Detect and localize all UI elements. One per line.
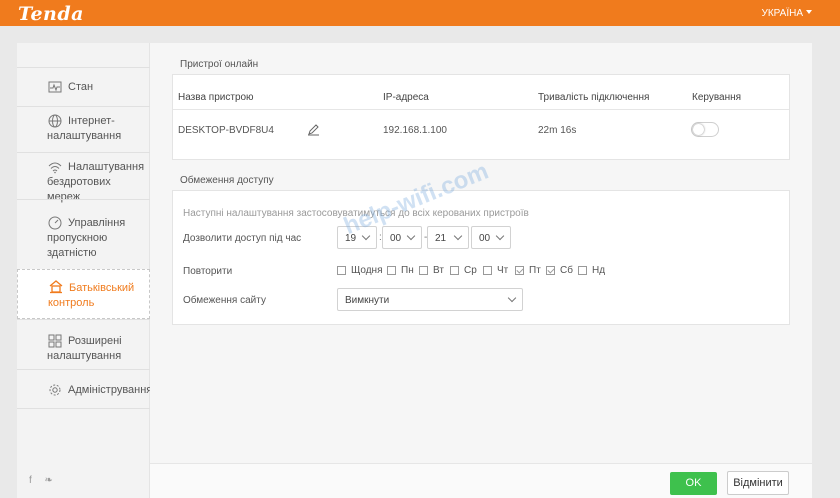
sidebar-item-wireless[interactable]: Налаштування бездротових мереж	[17, 152, 150, 203]
site-restriction-label: Обмеження сайту	[183, 295, 266, 306]
section-title-restriction: Обмеження доступу	[180, 175, 274, 186]
tenda-logo: Tenda	[18, 3, 84, 25]
cancel-button[interactable]: Відмінити	[727, 471, 789, 495]
sidebar-item-administration[interactable]: Адміністрування	[17, 369, 153, 409]
start-minute-select[interactable]: 00	[382, 226, 422, 249]
edit-icon[interactable]	[307, 123, 320, 139]
column-header: Назва пристрою	[178, 92, 254, 103]
device-ip: 192.168.1.100	[383, 125, 447, 136]
access-restriction-card: Наступні налаштування застосовуватимутьс…	[172, 190, 790, 325]
main-panel: Пристрої онлайн Назва пристрою IP-адреса…	[150, 43, 812, 498]
chevron-down-icon	[406, 231, 416, 241]
chevron-down-icon	[806, 10, 812, 14]
site-restriction-select[interactable]: Вимкнути	[337, 288, 523, 311]
language-selector[interactable]: УКРАЇНА	[761, 8, 812, 19]
top-bar: Tenda УКРАЇНА	[0, 0, 840, 26]
end-hour-select[interactable]: 21	[427, 226, 469, 249]
column-header: Керування	[692, 92, 742, 103]
footer-bar: OK Відмінити	[150, 463, 812, 498]
sidebar-item-label: Інтернет-налаштування	[47, 115, 122, 142]
pulse-icon	[48, 80, 62, 94]
chevron-down-icon	[453, 231, 463, 241]
online-devices-table: Назва пристрою IP-адреса Тривалість підк…	[172, 74, 790, 160]
sidebar-item-status[interactable]: Стан	[17, 67, 150, 106]
device-control-toggle[interactable]	[691, 122, 719, 137]
sidebar-item-parental-control[interactable]: Батьківський контроль	[17, 269, 150, 319]
sidebar-item-bandwidth[interactable]: Управління пропускною здатністю	[17, 199, 150, 269]
sidebar-item-label: Розширені налаштування	[47, 335, 122, 362]
sidebar-item-advanced[interactable]: Розширені налаштування	[17, 319, 150, 369]
gear-icon	[48, 383, 62, 397]
divider	[173, 109, 789, 110]
connection-duration: 22m 16s	[538, 125, 577, 136]
column-header: Тривалість підключення	[538, 92, 650, 103]
sidebar-item-label: Управління пропускною здатністю	[47, 217, 126, 259]
language-label: УКРАЇНА	[761, 8, 803, 19]
sidebar-item-internet[interactable]: Інтернет-налаштування	[17, 106, 150, 152]
section-title-online: Пристрої онлайн	[180, 59, 259, 70]
chevron-down-icon	[495, 231, 505, 241]
end-minute-select[interactable]: 00	[471, 226, 511, 249]
ok-button[interactable]: OK	[670, 472, 717, 495]
sidebar-item-label: Стан	[68, 81, 94, 93]
sidebar-item-label: Адміністрування	[68, 384, 153, 396]
repeat-label: Повторити	[183, 266, 233, 277]
device-name: DESKTOP-BVDF8U4	[178, 125, 274, 136]
access-time-label: Дозволити доступ під час	[183, 233, 302, 244]
social-links[interactable]: f ❧	[29, 475, 58, 486]
sidebar-item-label: Батьківський контроль	[48, 282, 135, 309]
column-header: IP-адреса	[383, 92, 429, 103]
chevron-down-icon	[507, 293, 517, 303]
sidebar: Стан Інтернет-налаштування Налаштування …	[17, 43, 153, 498]
